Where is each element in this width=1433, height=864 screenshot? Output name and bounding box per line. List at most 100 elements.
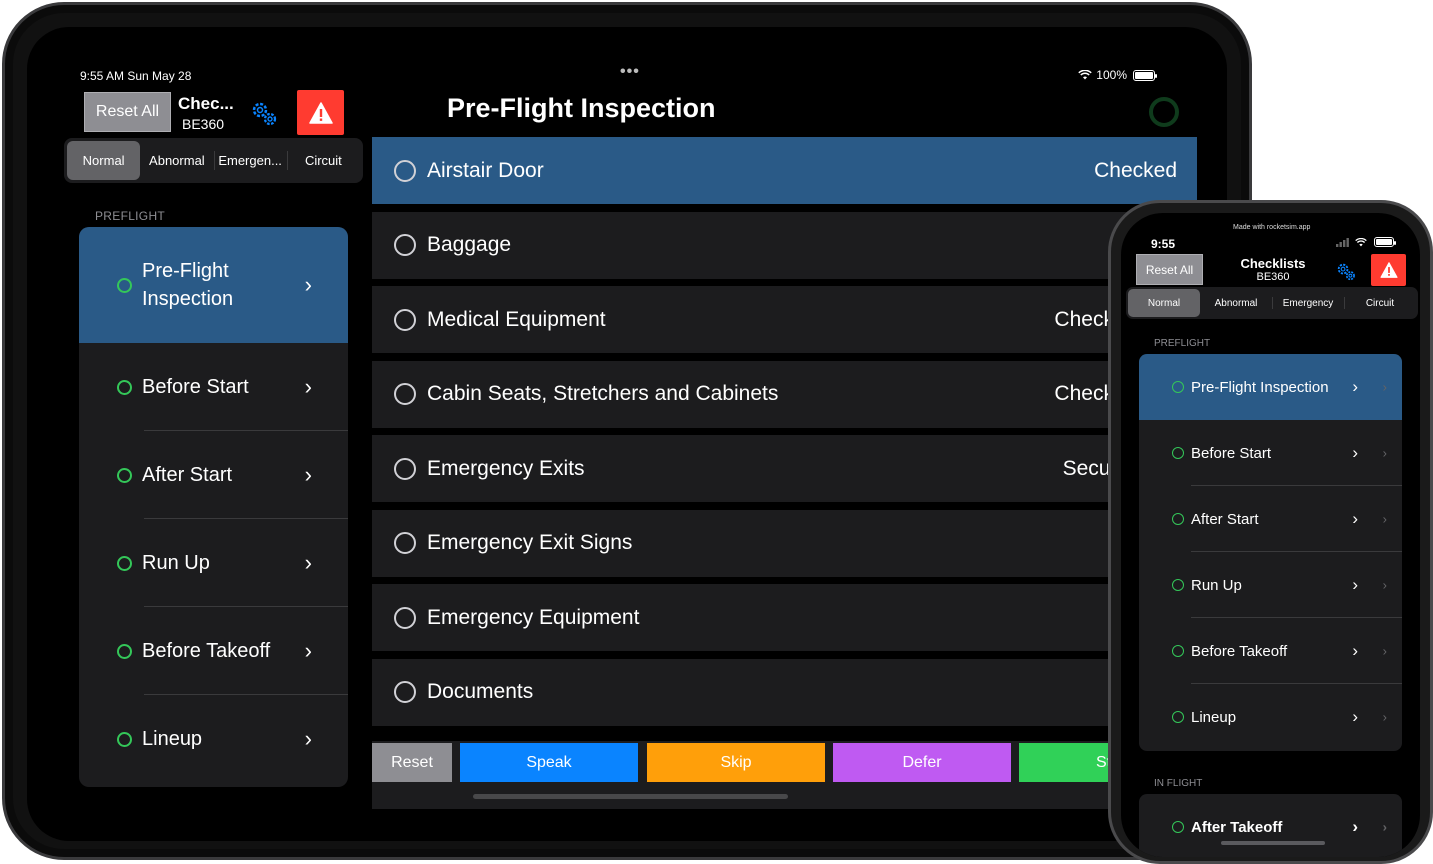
made-with-label: Made with rocketsim.app: [1233, 224, 1311, 231]
gear-icon[interactable]: [249, 99, 279, 129]
iphone-frame: Made with rocketsim.app 9:55 Reset All C…: [1108, 200, 1433, 864]
segment-emergency[interactable]: Emergen...: [213, 141, 287, 180]
list-item-label: Run Up: [1191, 576, 1242, 594]
check-circle-icon[interactable]: [394, 681, 416, 703]
sidebar-item-before-start[interactable]: Before Start ›: [79, 343, 348, 431]
device-showcase: 9:55 AM Sun May 28 ••• 100% Reset All Ch…: [0, 0, 1433, 864]
list-item-lineup[interactable]: Lineup › ›: [1139, 684, 1402, 750]
speak-button[interactable]: Speak: [460, 743, 638, 782]
ipad-screen: 9:55 AM Sun May 28 ••• 100% Reset All Ch…: [27, 27, 1227, 841]
section-header-in-flight: IN FLIGHT: [1154, 778, 1203, 789]
checklist-item-label: Emergency Exits: [427, 456, 585, 480]
chevron-right-icon: ›: [1352, 641, 1358, 660]
checklist-row[interactable]: Documents Cl: [372, 658, 1197, 726]
sidebar-item-lineup[interactable]: Lineup ›: [79, 695, 348, 783]
warning-triangle-icon: [308, 101, 333, 124]
reset-button[interactable]: Reset: [372, 743, 452, 782]
chevron-right-icon: ›: [1352, 817, 1358, 836]
aircraft-label: BE360: [1256, 271, 1290, 283]
list-item-after-takeoff[interactable]: After Takeoff › ›: [1139, 794, 1402, 857]
list-item-label: After Start: [1191, 510, 1259, 528]
chevron-right-icon: ›: [304, 638, 312, 663]
emergency-alert-button[interactable]: [297, 90, 344, 135]
chevron-right-icon: ›: [1352, 377, 1358, 396]
status-circle-icon: [117, 379, 132, 395]
chevron-right-icon: ›: [1382, 819, 1387, 835]
section-header-preflight: PREFLIGHT: [95, 209, 166, 223]
status-time: 9:55 AM Sun May 28: [80, 69, 192, 83]
check-circle-icon[interactable]: [394, 308, 416, 331]
checklist-row[interactable]: Medical Equipment Checked & S: [372, 286, 1197, 353]
battery-percent: 100%: [1096, 68, 1127, 82]
chevron-right-icon: ›: [1382, 643, 1387, 659]
skip-button[interactable]: Skip: [647, 743, 825, 782]
checklist-item-label: Cabin Seats, Stretchers and Cabinets: [427, 382, 779, 405]
segment-normal[interactable]: Normal: [67, 141, 141, 180]
checklist-item-label: Emergency Equipment: [427, 605, 640, 629]
check-circle-icon[interactable]: [394, 234, 416, 256]
checklist-title-text: Checklists: [1240, 256, 1306, 271]
battery-icon: [1133, 69, 1157, 81]
status-circle-icon: [117, 277, 132, 293]
reset-all-button[interactable]: Reset All: [84, 92, 171, 132]
checklist-item-label: Medical Equipment: [427, 307, 606, 331]
status-circle-icon: [117, 643, 132, 659]
list-item-label: After Takeoff: [1191, 818, 1283, 836]
page-title: Pre-Flight Inspection: [447, 93, 716, 123]
multitasking-dots-icon[interactable]: •••: [620, 63, 640, 81]
status-circle-icon: [1172, 645, 1184, 657]
segment-abnormal[interactable]: Abnormal: [1200, 289, 1272, 317]
gear-icon[interactable]: [1335, 261, 1357, 283]
checklist-row[interactable]: Airstair Door Checked: [372, 137, 1197, 204]
list-item-pre-flight-inspection[interactable]: Pre-Flight Inspection › ›: [1139, 354, 1402, 420]
checklist-row[interactable]: Emergency Exits Secure & Ur: [372, 435, 1197, 502]
checklist-item-label: Documents: [427, 680, 534, 703]
status-circle-icon: [1172, 579, 1184, 591]
chevron-right-icon: ›: [1382, 511, 1387, 527]
status-circle-icon: [117, 731, 132, 747]
sidebar-item-after-start[interactable]: After Start ›: [79, 431, 348, 519]
check-circle-icon[interactable]: [394, 532, 416, 554]
defer-button[interactable]: Defer: [833, 743, 1011, 782]
check-circle-icon[interactable]: [394, 457, 416, 480]
sidebar-item-run-up[interactable]: Run Up ›: [79, 519, 348, 607]
chevron-right-icon: ›: [1382, 709, 1387, 725]
chevron-right-icon: ›: [304, 374, 312, 399]
list-item-after-start[interactable]: After Start › ›: [1139, 486, 1402, 552]
chevron-right-icon: ›: [1352, 707, 1358, 726]
checklist-row[interactable]: Baggage Se: [372, 211, 1197, 279]
status-circle-icon: [1172, 821, 1184, 833]
section-header-preflight: PREFLIGHT: [1154, 338, 1211, 349]
home-indicator[interactable]: [473, 794, 788, 799]
checklist-row[interactable]: Emergency Equipment Cl: [372, 584, 1197, 651]
list-item-before-takeoff[interactable]: Before Takeoff › ›: [1139, 618, 1402, 684]
emergency-alert-button[interactable]: [1371, 254, 1406, 286]
list-item-label: Before Takeoff: [1191, 642, 1288, 660]
category-segmented-control: Normal Abnormal Emergency Circuit: [1126, 287, 1418, 319]
check-circle-icon[interactable]: [394, 159, 416, 182]
chevron-right-icon: ›: [304, 550, 312, 575]
segment-emergency[interactable]: Emergency: [1272, 289, 1344, 317]
warning-triangle-icon: [1379, 262, 1398, 278]
checklist-row[interactable]: Cabin Seats, Stretchers and Cabinets Che…: [372, 360, 1197, 428]
checklist-title: Checklists BE360: [1233, 256, 1313, 283]
check-circle-icon[interactable]: [394, 606, 416, 629]
list-item-label: Before Start: [1191, 444, 1272, 462]
checklist-item-label: Airstair Door: [427, 158, 544, 182]
status-circle-icon: [117, 555, 132, 571]
check-circle-icon[interactable]: [394, 383, 416, 405]
battery-icon: [1374, 237, 1396, 247]
segment-abnormal[interactable]: Abnormal: [140, 141, 213, 180]
checklist-row[interactable]: Emergency Exit Signs Cl: [372, 509, 1197, 577]
segment-normal[interactable]: Normal: [1128, 289, 1200, 317]
segment-circuit[interactable]: Circuit: [1344, 289, 1416, 317]
list-item-run-up[interactable]: Run Up › ›: [1139, 552, 1402, 618]
reset-all-button[interactable]: Reset All: [1136, 254, 1203, 285]
home-indicator[interactable]: [1221, 841, 1325, 845]
sidebar-item-pre-flight-inspection[interactable]: Pre-Flight Inspection ›: [79, 227, 348, 343]
wifi-icon: [1078, 70, 1093, 80]
sidebar-item-label: Pre-Flight Inspection: [142, 260, 234, 310]
segment-circuit[interactable]: Circuit: [286, 141, 360, 180]
list-item-before-start[interactable]: Before Start › ›: [1139, 420, 1402, 486]
sidebar-item-before-takeoff[interactable]: Before Takeoff ›: [79, 607, 348, 695]
